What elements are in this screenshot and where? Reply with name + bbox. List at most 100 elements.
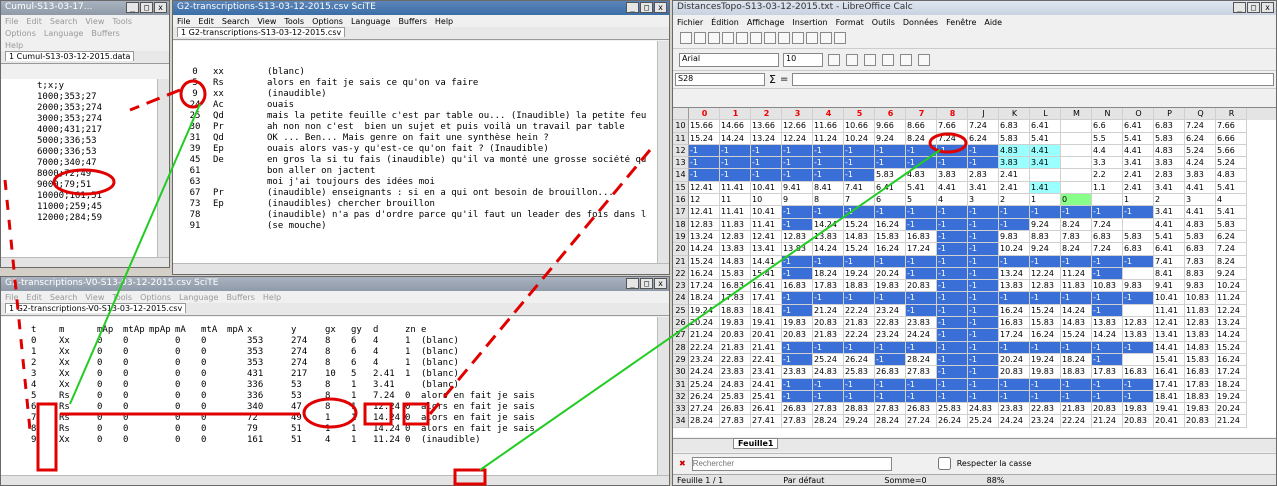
sheet-cell[interactable]: -1	[937, 292, 968, 305]
sheet-cell[interactable]: 10.83	[1092, 280, 1123, 293]
sheet-cell[interactable]: 4.83	[906, 169, 937, 182]
sheet-cell[interactable]: 11.41	[1154, 304, 1185, 318]
sheet-cell[interactable]: -1	[875, 144, 906, 158]
sheet-cell[interactable]: 13.41	[1154, 329, 1185, 342]
sheet-cell[interactable]: 6.41	[875, 181, 906, 195]
sheet-cell[interactable]: 27.83	[813, 403, 844, 416]
sheet-cell[interactable]: 11.83	[720, 218, 751, 231]
column-header[interactable]: O	[1123, 108, 1154, 121]
sheet-cell[interactable]: 6.6	[1092, 120, 1123, 133]
sheet-cell[interactable]	[1061, 169, 1092, 182]
sheet-cell[interactable]: 5.83	[1185, 230, 1216, 244]
menu-item[interactable]: Buffers	[226, 293, 254, 302]
sheet-cell[interactable]: -1	[968, 317, 999, 330]
sheet-cell[interactable]: 18.41	[751, 304, 782, 318]
sheet-cell[interactable]	[1123, 218, 1154, 231]
menu-item[interactable]: Language	[351, 17, 390, 26]
sheet-cell[interactable]: 17.83	[813, 280, 844, 293]
sheet-cell[interactable]: -1	[906, 292, 937, 305]
sheet-cell[interactable]: 19.83	[875, 280, 906, 293]
sheet-cell[interactable]: -1	[1061, 292, 1092, 305]
sheet-cell[interactable]: 10.83	[1185, 292, 1216, 305]
sheet-cell[interactable]: 11.41	[720, 181, 751, 195]
column-header[interactable]: 3	[782, 108, 813, 121]
sheet-cell[interactable]: 16.24	[1216, 353, 1247, 367]
sheet-cell[interactable]: -1	[844, 341, 875, 354]
sheet-cell[interactable]: 10	[751, 194, 782, 207]
sheet-cell[interactable]: -1	[1061, 255, 1092, 268]
sheet-cell[interactable]: -1	[689, 157, 720, 170]
sheet-cell[interactable]: 6.24	[1185, 132, 1216, 145]
sheet-cell[interactable]: 15.24	[1030, 304, 1061, 318]
sheet-cell[interactable]: -1	[968, 206, 999, 219]
close-find-icon[interactable]: ✖	[679, 459, 686, 468]
menu-item[interactable]: File	[5, 293, 18, 302]
sheet-cell[interactable]: 7.24	[1185, 120, 1216, 133]
sheet-cell[interactable]: 11.41	[751, 218, 782, 231]
menu-item[interactable]: Search	[222, 17, 249, 26]
paste-icon[interactable]	[764, 32, 776, 44]
sheet-cell[interactable]: 17.24	[1216, 366, 1247, 379]
sheet-cell[interactable]: -1	[999, 255, 1030, 268]
sheet-cell[interactable]: 7.66	[1216, 120, 1247, 133]
sheet-cell[interactable]: -1	[813, 206, 844, 219]
sheet-cell[interactable]: -1	[1123, 292, 1154, 305]
sheet-cell[interactable]: -1	[968, 378, 999, 391]
undo-icon[interactable]	[778, 32, 790, 44]
sheet-cell[interactable]: 16.83	[999, 317, 1030, 330]
sheet-cell[interactable]: 19.24	[844, 267, 875, 281]
row-header[interactable]: 29	[673, 353, 689, 367]
sheet-cell[interactable]: 16.41	[1154, 366, 1185, 379]
menu-item[interactable]: Search	[50, 293, 77, 302]
sheet-cell[interactable]: -1	[1030, 206, 1061, 219]
sheet-cell[interactable]: 16.24	[875, 218, 906, 231]
sheet-cell[interactable]: 9	[782, 194, 813, 207]
sheet-cell[interactable]: 12.83	[1123, 317, 1154, 330]
sheet-cell[interactable]: 9.41	[782, 181, 813, 195]
sheet-cell[interactable]: 17.41	[1154, 378, 1185, 391]
sheet-cell[interactable]: -1	[782, 157, 813, 170]
sheet-cell[interactable]: 19.83	[720, 317, 751, 330]
sheet-cell[interactable]: -1	[999, 206, 1030, 219]
minimize-icon[interactable]: _	[126, 2, 139, 13]
sheet-cell[interactable]: 11.24	[1061, 267, 1092, 281]
column-header[interactable]: 7	[906, 108, 937, 121]
sheet-cell[interactable]: 15.24	[1061, 329, 1092, 342]
sheet-cell[interactable]: 13.83	[720, 243, 751, 256]
font-name-box[interactable]: Arial	[679, 52, 779, 67]
sheet-cell[interactable]: 25.24	[968, 415, 999, 428]
row-header[interactable]: 11	[673, 132, 689, 145]
sheet-cell[interactable]	[1030, 169, 1061, 182]
sheet-cell[interactable]: 20.83	[1185, 415, 1216, 428]
underline-icon[interactable]	[864, 53, 876, 66]
sheet-cell[interactable]: -1	[782, 255, 813, 268]
sheet-cell[interactable]: -1	[906, 304, 937, 318]
cut-icon[interactable]	[736, 32, 748, 44]
sheet-cell[interactable]: 12.41	[751, 230, 782, 244]
sheet-cell[interactable]: -1	[1123, 341, 1154, 354]
sheet-cell[interactable]: 25.83	[720, 390, 751, 404]
column-header[interactable]: 1	[720, 108, 751, 121]
sheet-cell[interactable]: 4.24	[1185, 157, 1216, 170]
sheet-cell[interactable]: -1	[782, 206, 813, 219]
sheet-cell[interactable]: 18.24	[813, 267, 844, 281]
sheet-cell[interactable]: 13.24	[1216, 317, 1247, 330]
sheet-cell[interactable]: -1	[1061, 206, 1092, 219]
sheet-cell[interactable]: 7.24	[937, 132, 968, 145]
sheet-cell[interactable]: 13.24	[751, 132, 782, 145]
sheet-cell[interactable]: -1	[937, 280, 968, 293]
menu-item[interactable]: Buffers	[91, 29, 119, 38]
menu-item[interactable]: File	[5, 17, 18, 26]
sheet-cell[interactable]: 19.24	[1030, 353, 1061, 367]
sheet-cell[interactable]: -1	[999, 292, 1030, 305]
minimize-icon[interactable]: _	[1233, 2, 1246, 13]
sheet-cell[interactable]: 21.83	[813, 329, 844, 342]
sheet-cell[interactable]: 19.83	[1030, 366, 1061, 379]
sheet-cell[interactable]: 14.24	[1092, 329, 1123, 342]
sheet-cell[interactable]: 5.41	[906, 181, 937, 195]
sheet-cell[interactable]: 17.24	[689, 280, 720, 293]
font-size-box[interactable]: 10	[783, 52, 823, 67]
v0-title-bar[interactable]: G2-transcriptions-V0-S13-03-12-2015.csv …	[1, 277, 669, 291]
minimize-icon[interactable]: _	[626, 2, 639, 13]
menu-item[interactable]: Aide	[984, 18, 1002, 27]
